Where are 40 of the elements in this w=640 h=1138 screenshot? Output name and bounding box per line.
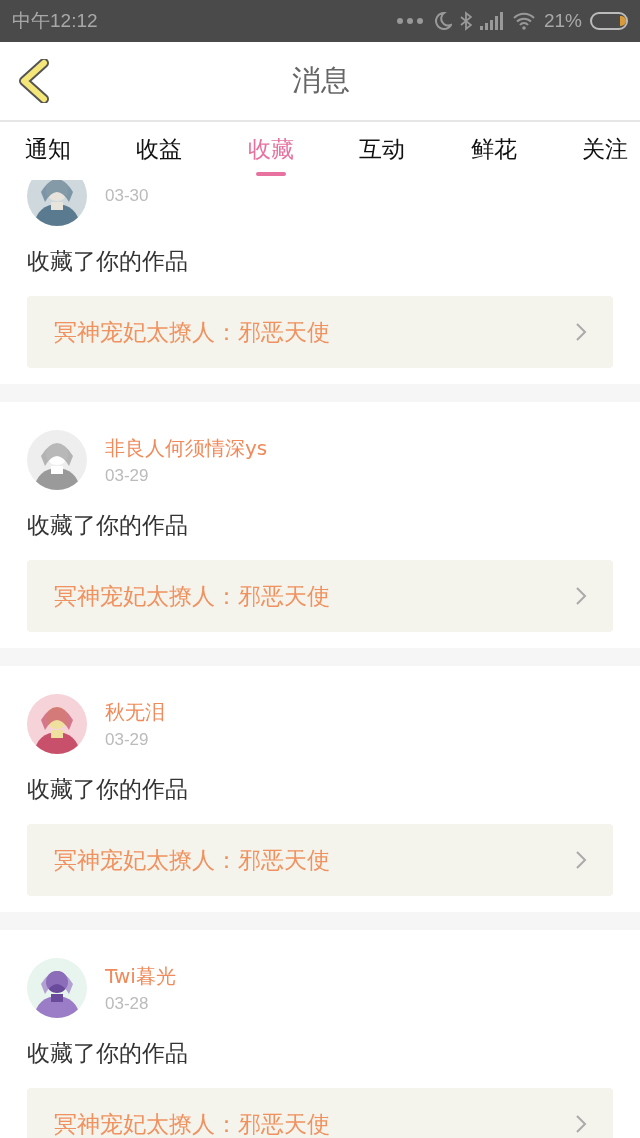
message-text: 收藏了你的作品 bbox=[27, 511, 189, 540]
tab-indicator bbox=[255, 172, 286, 176]
message-text: 收藏了你的作品 bbox=[27, 247, 189, 276]
message-text: 收藏了你的作品 bbox=[27, 1039, 189, 1068]
battery-icon bbox=[590, 11, 630, 31]
work-title: 冥神宠妃太撩人：邪恶天使 bbox=[54, 845, 330, 875]
user-name[interactable]: Twi暮光 bbox=[105, 962, 176, 990]
chevron-right-icon bbox=[575, 1114, 587, 1134]
chevron-right-icon bbox=[575, 850, 587, 870]
user-name[interactable]: 秋无泪 bbox=[105, 698, 165, 726]
signal-icon bbox=[479, 12, 504, 30]
message-date: 03-29 bbox=[105, 465, 150, 486]
wifi-icon bbox=[511, 12, 536, 30]
work-link[interactable]: 冥神宠妃太撩人：邪恶天使 bbox=[27, 296, 613, 368]
work-title: 冥神宠妃太撩人：邪恶天使 bbox=[54, 317, 330, 347]
moon-icon bbox=[433, 11, 452, 31]
message-date: 03-29 bbox=[105, 729, 150, 750]
page-title: 消息 bbox=[292, 62, 350, 99]
tab[interactable]: 收藏 bbox=[247, 122, 294, 180]
more-dots-icon bbox=[395, 16, 426, 26]
message-date: 03-28 bbox=[105, 993, 150, 1014]
message-text: 收藏了你的作品 bbox=[27, 775, 189, 804]
work-title: 冥神宠妃太撩人：邪恶天使 bbox=[54, 581, 330, 611]
tab[interactable]: 收益 bbox=[136, 122, 183, 180]
clock: 中午12:12 bbox=[12, 9, 98, 33]
tab[interactable]: 互动 bbox=[359, 122, 406, 180]
message-date: 03-30 bbox=[105, 186, 149, 206]
work-link[interactable]: 冥神宠妃太撩人：邪恶天使 bbox=[27, 560, 613, 632]
user-name[interactable]: 非良人何须情深ys bbox=[105, 434, 268, 462]
tab[interactable]: 鲜花 bbox=[470, 122, 517, 180]
chevron-right-icon bbox=[575, 586, 587, 606]
back-icon[interactable] bbox=[18, 59, 50, 103]
chevron-right-icon bbox=[575, 322, 587, 342]
work-link[interactable]: 冥神宠妃太撩人：邪恶天使 bbox=[27, 824, 613, 896]
work-title: 冥神宠妃太撩人：邪恶天使 bbox=[54, 1109, 330, 1138]
tab[interactable]: 关注 bbox=[581, 122, 628, 180]
tab[interactable]: 通知 bbox=[25, 122, 71, 180]
work-link[interactable]: 冥神宠妃太撩人：邪恶天使 bbox=[27, 1088, 613, 1138]
bluetooth-icon bbox=[459, 11, 472, 31]
battery-percent: 21% bbox=[543, 10, 582, 32]
